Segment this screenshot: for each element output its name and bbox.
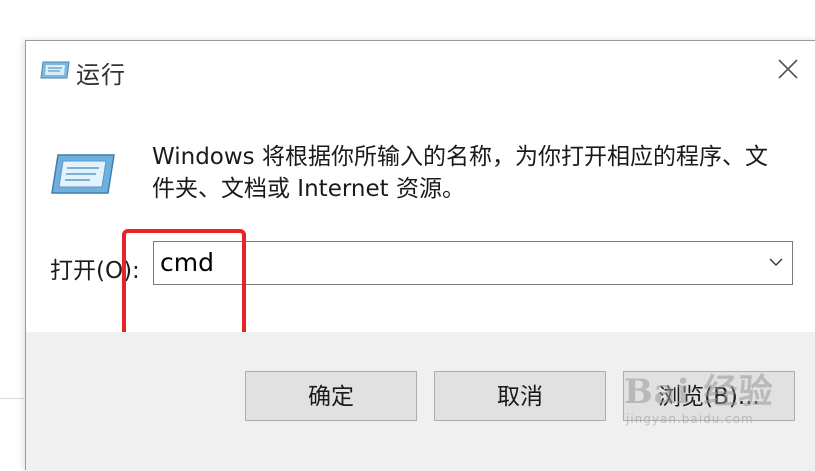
window-title: 运行	[76, 61, 126, 89]
open-input[interactable]: cmd	[160, 248, 214, 277]
dialog-content: Windows 将根据你所输入的名称，为你打开相应的程序、文件夹、文档或 Int…	[26, 99, 815, 349]
open-combobox[interactable]: cmd	[153, 241, 793, 285]
background-window-edge	[0, 398, 24, 455]
run-program-icon	[51, 154, 115, 194]
run-description: Windows 将根据你所输入的名称，为你打开相应的程序、文件夹、文档或 Int…	[152, 144, 768, 202]
chevron-down-icon[interactable]	[768, 256, 784, 268]
run-dialog: 运行 Windows 将根据你所输入的名称，为你打开相应的程序、文件夹、文档或 …	[25, 40, 815, 471]
title-bar[interactable]: 运行	[26, 41, 815, 99]
button-bar: 确定 取消 浏览(B)... Bai 经验 jingyan.baidu.com	[26, 332, 815, 471]
cancel-button[interactable]: 取消	[434, 371, 606, 421]
run-program-icon	[40, 61, 70, 79]
close-icon[interactable]	[774, 55, 802, 83]
browse-button[interactable]: 浏览(B)...	[623, 371, 795, 421]
ok-button[interactable]: 确定	[245, 371, 417, 421]
open-label: 打开(O):	[50, 258, 140, 284]
